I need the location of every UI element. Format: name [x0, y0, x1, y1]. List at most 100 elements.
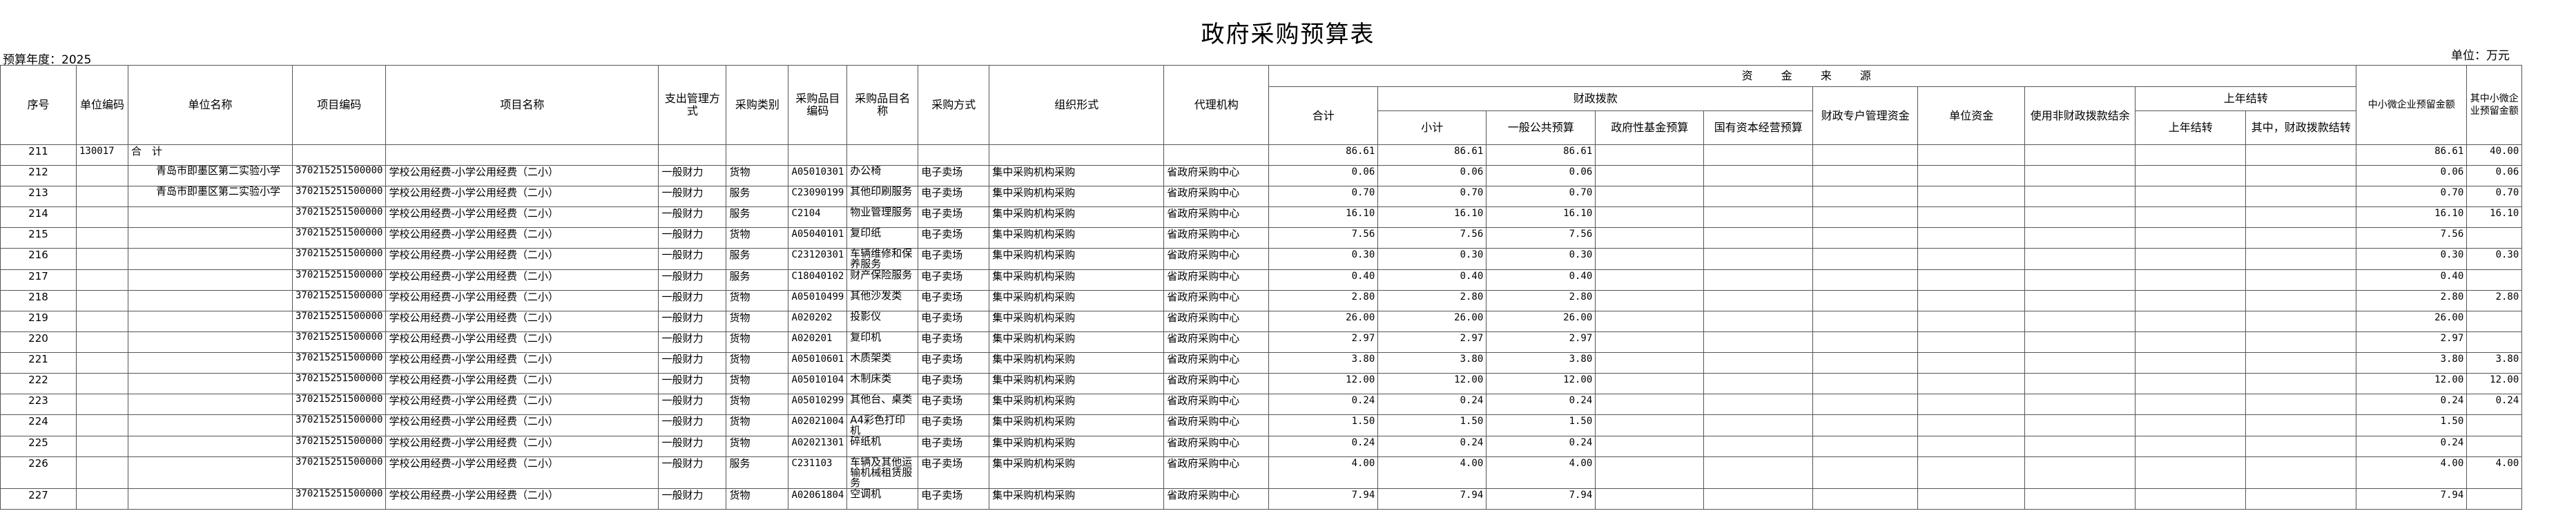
cell-empty [2024, 227, 2136, 249]
cell-item-code [788, 144, 848, 166]
cell-project-name: 学校公用经费-小学公用经费（二小） [385, 269, 659, 291]
cell-project-name: 学校公用经费-小学公用经费（二小） [385, 456, 659, 489]
cell-mode: 一般财力 [658, 248, 727, 270]
cell-total: 0.06 [1268, 165, 1379, 186]
cell-item-code: C23120301 [788, 248, 848, 270]
cell-unit-code [76, 290, 128, 311]
cell-empty [1917, 165, 2026, 186]
cell-total: 1.50 [1268, 414, 1379, 436]
cell-sme: 7.56 [2356, 227, 2468, 249]
cell-method: 电子卖场 [918, 331, 990, 353]
cell-org: 集中采购机构采购 [989, 414, 1165, 436]
cell-unit-code [76, 373, 128, 394]
header-state-capital: 国有资本经营预算 [1703, 110, 1814, 145]
header-non-fiscal-balance: 使用非财政拨款结余 [2024, 86, 2136, 145]
cell-item-code: A020202 [788, 311, 848, 332]
cell-general: 16.10 [1486, 206, 1596, 228]
cell-unit-code [76, 331, 128, 353]
header-total: 合计 [1268, 86, 1379, 145]
cell-agency: 省政府采购中心 [1163, 290, 1270, 311]
header-unit-code: 单位编码 [76, 65, 128, 145]
table-row: 221 370215251500000 学校公用经费-小学公用经费（二小） 一般财力货… [0, 352, 2523, 374]
cell-agency: 省政府采购中心 [1163, 248, 1270, 270]
cell-empty [1595, 394, 1705, 415]
cell-mode: 一般财力 [658, 206, 727, 228]
cell-mode: 一般财力 [658, 488, 727, 510]
cell-sme2: 3.80 [2466, 352, 2523, 374]
cell-unit-name [128, 311, 293, 332]
cell-project-code: 370215251500000 [291, 436, 387, 457]
cell-subtotal: 7.94 [1377, 488, 1487, 510]
cell-empty [1917, 456, 2026, 489]
cell-method: 电子卖场 [918, 373, 990, 394]
cell-unit-code [76, 352, 128, 374]
cell-agency: 省政府采购中心 [1163, 269, 1270, 291]
cell-unit-name [128, 352, 293, 374]
cell-project-name: 学校公用经费-小学公用经费（二小） [385, 414, 659, 436]
page-title: 政府采购预算表 [1201, 21, 1375, 48]
cell-empty [2135, 269, 2247, 291]
cell-agency: 省政府采购中心 [1163, 352, 1270, 374]
cell-category: 服务 [726, 248, 789, 270]
cell-empty [2135, 165, 2247, 186]
cell-total: 4.00 [1268, 456, 1379, 489]
cell-org: 集中采购机构采购 [989, 227, 1165, 249]
cell-general: 26.00 [1486, 311, 1596, 332]
cell-unit-name [128, 456, 293, 489]
cell-project-code: 370215251500000 [291, 488, 387, 510]
cell-item-code: C231103 [788, 456, 848, 489]
cell-sme2 [2466, 436, 2523, 457]
cell-total: 3.80 [1268, 352, 1379, 374]
cell-empty [1595, 206, 1705, 228]
cell-org: 集中采购机构采购 [989, 394, 1165, 415]
cell-category: 货物 [726, 352, 789, 374]
cell-empty [2245, 436, 2357, 457]
cell-empty [1917, 414, 2026, 436]
cell-empty [2135, 456, 2247, 489]
cell-empty [2024, 186, 2136, 207]
cell-empty [1812, 165, 1919, 186]
cell-item-name: 空调机 [846, 488, 919, 510]
cell-empty [1703, 227, 1814, 249]
cell-mode: 一般财力 [658, 227, 727, 249]
cell-item-code: C18040102 [788, 269, 848, 291]
cell-item-code: A05010499 [788, 290, 848, 311]
cell-mode: 一般财力 [658, 352, 727, 374]
cell-org: 集中采购机构采购 [989, 206, 1165, 228]
cell-item-code: A05040101 [788, 227, 848, 249]
cell-empty [2024, 144, 2136, 166]
cell-total: 12.00 [1268, 373, 1379, 394]
cell-item-code: A05010104 [788, 373, 848, 394]
cell-org: 集中采购机构采购 [989, 248, 1165, 270]
header-expense-mode: 支出管理方式 [658, 65, 727, 145]
cell-seq: 224 [0, 414, 77, 436]
cell-empty [2024, 352, 2136, 374]
cell-empty [2245, 311, 2357, 332]
cell-empty [2024, 394, 2136, 415]
cell-unit-code [76, 206, 128, 228]
cell-org: 集中采购机构采购 [989, 456, 1165, 489]
cell-empty [1917, 186, 2026, 207]
cell-category: 货物 [726, 227, 789, 249]
cell-empty [1917, 488, 2026, 510]
cell-mode [658, 144, 727, 166]
cell-seq: 216 [0, 248, 77, 270]
cell-unit-name: 合 计 [128, 144, 293, 166]
header-funding-source: 资 金 来 源 [1268, 65, 2357, 87]
cell-empty [2024, 248, 2136, 270]
cell-project-code [291, 144, 387, 166]
cell-empty [1595, 488, 1705, 510]
cell-empty [1812, 186, 1919, 207]
header-category: 采购类别 [726, 65, 789, 145]
cell-project-name: 学校公用经费-小学公用经费（二小） [385, 394, 659, 415]
cell-empty [2024, 165, 2136, 186]
cell-agency: 省政府采购中心 [1163, 394, 1270, 415]
cell-unit-name [128, 227, 293, 249]
cell-empty [1917, 227, 2026, 249]
cell-project-code: 370215251500000 [291, 394, 387, 415]
cell-subtotal: 2.97 [1377, 331, 1487, 353]
cell-total: 86.61 [1268, 144, 1379, 166]
cell-empty [1703, 436, 1814, 457]
cell-empty [1703, 186, 1814, 207]
cell-empty [1917, 206, 2026, 228]
